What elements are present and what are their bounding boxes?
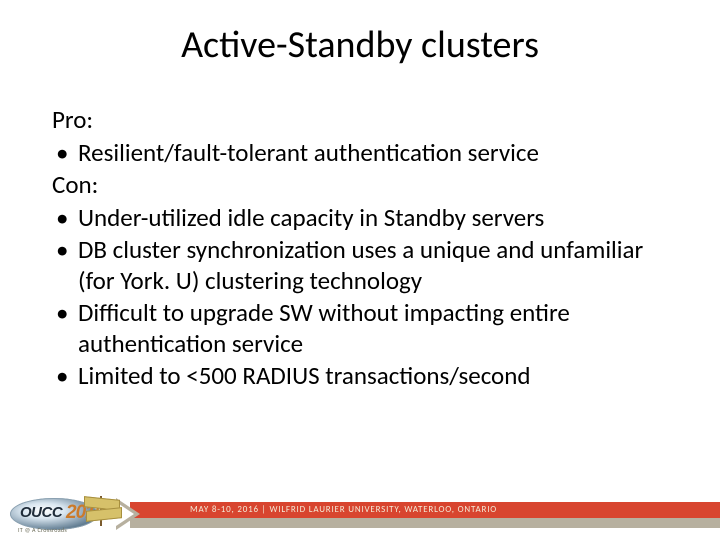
slide-body: Pro: Resilient/fault-tolerant authentica… [52,105,672,394]
con-bullet: DB cluster synchronization uses a unique… [52,235,672,296]
logo-subtitle: IT @ A Crossroads [18,526,67,534]
slide-footer: MAY 8-10, 2016 | WILFRID LAURIER UNIVERS… [0,502,720,540]
logo-text: OUCC [20,504,62,521]
slide-title: Active-Standby clusters [0,22,720,68]
pro-bullet: Resilient/fault-tolerant authentication … [52,138,672,169]
con-bullet: Under-utilized idle capacity in Standby … [52,203,672,234]
con-heading: Con: [52,170,672,201]
signpost-sign-icon [86,507,122,522]
conference-logo: OUCC 2016 IT @ A Crossroads [10,492,122,536]
con-bullet: Limited to <500 RADIUS transactions/seco… [52,361,672,392]
con-bullet: Difficult to upgrade SW without impactin… [52,298,672,359]
footer-bar-red: MAY 8-10, 2016 | WILFRID LAURIER UNIVERS… [130,502,720,518]
footer-bar-grey [130,518,720,528]
pro-heading: Pro: [52,105,672,136]
signpost-icon [82,492,126,526]
